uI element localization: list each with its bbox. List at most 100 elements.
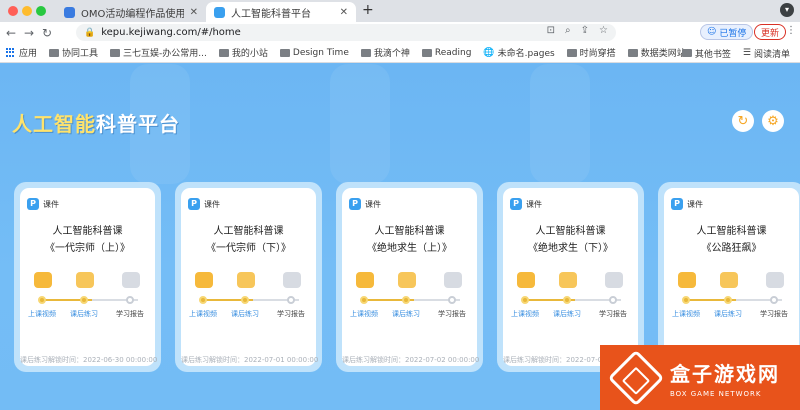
back-icon[interactable]: ← xyxy=(2,26,20,40)
step-label[interactable]: 课后练习 xyxy=(223,309,267,319)
step-dot xyxy=(682,296,690,304)
card-body: P 课件 人工智能科普课 《一代宗师（上）》 上课视频 课后练习 学习报告 课后练习… xyxy=(20,188,158,366)
course-card[interactable]: P 课件 人工智能科普课 《绝地求生（上）》 上课视频 课后练习 学习报告 课后练习… xyxy=(336,182,483,372)
share-icon[interactable]: ⇪ xyxy=(581,25,589,36)
step-label[interactable]: 学习报告 xyxy=(430,309,474,319)
course-card[interactable]: P 课件 人工智能科普课 《绝地求生（下）》 上课视频 课后练习 学习报告 课后练习… xyxy=(497,182,644,372)
bookmark-folder[interactable]: 三七互娱-办公常用... xyxy=(104,46,213,59)
reload-icon[interactable]: ↻ xyxy=(38,26,56,40)
lock-icon[interactable]: 🔒 xyxy=(84,28,95,38)
bookmark-star-icon[interactable]: ☆ xyxy=(599,25,608,36)
step-0-icon[interactable] xyxy=(195,272,213,288)
minimize-window-icon[interactable] xyxy=(22,6,32,16)
step-1-icon[interactable] xyxy=(76,272,94,288)
browser-tab-active[interactable]: 人工智能科普平台 ✕ xyxy=(206,2,356,22)
unlock-time: 课后练习解锁时间：2022-06-30 00:00:00 xyxy=(20,356,158,364)
step-dot xyxy=(770,296,778,304)
maximize-window-icon[interactable] xyxy=(36,6,46,16)
bookmark-label: 未命名.pages xyxy=(497,49,555,59)
address-bar[interactable]: 🔒 kepu.kejiwang.com/#/home ⊡ ⌕ ⇪ ☆ xyxy=(76,24,616,41)
badge-label: 课件 xyxy=(365,199,381,209)
close-tab-icon[interactable]: ✕ xyxy=(190,7,198,18)
forward-icon[interactable]: → xyxy=(20,26,38,40)
step-label[interactable]: 课后练习 xyxy=(706,309,750,319)
bookmark-folder[interactable]: Design Time xyxy=(274,48,355,58)
courseware-icon: P xyxy=(188,198,200,210)
step-label[interactable]: 上课视频 xyxy=(20,309,64,319)
bookmark-label: Design Time xyxy=(292,47,349,58)
course-card[interactable]: P 课件 人工智能科普课 《一代宗师（下）》 上课视频 课后练习 学习报告 课后练习… xyxy=(175,182,322,372)
watermark-subtitle: BOX GAME NETWORK xyxy=(670,389,762,398)
reading-list[interactable]: ☰ 阅读清单 xyxy=(737,47,796,60)
refresh-icon: ↻ xyxy=(737,113,749,129)
folder-icon xyxy=(627,48,638,57)
translate-icon[interactable]: ⊡ xyxy=(547,25,555,36)
close-tab-icon[interactable]: ✕ xyxy=(340,7,348,18)
card-subtitle: 《一代宗师（下）》 xyxy=(206,243,291,254)
step-2-icon[interactable] xyxy=(283,272,301,288)
badge-label: 课件 xyxy=(526,199,542,209)
background-decoration xyxy=(530,64,590,184)
step-2-icon[interactable] xyxy=(444,272,462,288)
bookmark-folder[interactable]: 我滴个神 xyxy=(355,46,416,59)
step-2-icon[interactable] xyxy=(605,272,623,288)
step-label[interactable]: 课后练习 xyxy=(384,309,428,319)
step-label[interactable]: 学习报告 xyxy=(591,309,635,319)
step-1-icon[interactable] xyxy=(720,272,738,288)
bookmark-label: 应用 xyxy=(19,49,38,59)
courseware-icon: P xyxy=(671,198,683,210)
update-button[interactable]: 更新 xyxy=(754,24,787,40)
tab-search-icon[interactable]: ▾ xyxy=(780,3,794,17)
refresh-button[interactable]: ↻ xyxy=(732,110,754,132)
step-0-icon[interactable] xyxy=(356,272,374,288)
step-1-icon[interactable] xyxy=(398,272,416,288)
step-0-icon[interactable] xyxy=(517,272,535,288)
course-card[interactable]: P 课件 人工智能科普课 《公路狂飙》 上课视频课后练习学习报告 课后练习解锁时… xyxy=(658,182,800,372)
step-label[interactable]: 课后练习 xyxy=(62,309,106,319)
step-dot xyxy=(521,296,529,304)
watermark-logo: 盒子游戏网 BOX GAME NETWORK xyxy=(600,345,800,410)
card-title: 人工智能科普课 xyxy=(213,226,284,237)
step-label[interactable]: 课后练习 xyxy=(545,309,589,319)
step-dot xyxy=(199,296,207,304)
courseware-badge: P 课件 xyxy=(510,198,542,210)
bookmark-folder[interactable]: Reading xyxy=(416,48,478,58)
card-subtitle: 《绝地求生（下）》 xyxy=(528,243,613,254)
bookmark-apps[interactable]: 应用 xyxy=(0,46,43,59)
step-label[interactable]: 上课视频 xyxy=(664,309,708,319)
step-1-icon[interactable] xyxy=(237,272,255,288)
settings-button[interactable]: ⚙ xyxy=(762,110,784,132)
new-tab-button[interactable]: + xyxy=(362,2,374,18)
bookmark-link[interactable]: 🌐 未命名.pages xyxy=(477,46,560,60)
browser-tab[interactable]: OMO活动编程作品使用说明 · 迈 ✕ xyxy=(56,2,206,22)
step-1-icon[interactable] xyxy=(559,272,577,288)
tab-title: OMO活动编程作品使用说明 · 迈 xyxy=(81,8,184,20)
course-card[interactable]: P 课件 人工智能科普课 《一代宗师（上）》 上课视频 课后练习 学习报告 课后练习… xyxy=(14,182,161,372)
avatar: ☺ xyxy=(707,27,717,37)
menu-kebab-icon[interactable]: ⋮ xyxy=(786,25,796,36)
title-part-highlight: 人工智能 xyxy=(12,112,96,136)
step-0-icon[interactable] xyxy=(34,272,52,288)
bookmark-folder[interactable]: 协同工具 xyxy=(43,46,104,59)
step-label[interactable]: 上课视频 xyxy=(503,309,547,319)
bookmark-folder[interactable]: 时尚穿搭 xyxy=(561,46,622,59)
url-text[interactable]: kepu.kejiwang.com/#/home xyxy=(101,27,241,38)
courseware-badge: P 课件 xyxy=(349,198,381,210)
step-label[interactable]: 上课视频 xyxy=(181,309,225,319)
step-label[interactable]: 学习报告 xyxy=(752,309,796,319)
zoom-icon[interactable]: ⌕ xyxy=(565,25,571,36)
folder-icon xyxy=(421,48,432,57)
folder-icon xyxy=(360,48,371,57)
step-2-icon[interactable] xyxy=(122,272,140,288)
step-dot xyxy=(126,296,134,304)
step-label[interactable]: 学习报告 xyxy=(269,309,313,319)
step-label[interactable]: 学习报告 xyxy=(108,309,152,319)
step-2-icon[interactable] xyxy=(766,272,784,288)
profile-paused-button[interactable]: ☺ 已暂停 xyxy=(700,24,754,40)
close-window-icon[interactable] xyxy=(8,6,18,16)
step-label[interactable]: 上课视频 xyxy=(342,309,386,319)
step-0-icon[interactable] xyxy=(678,272,696,288)
bookmark-folder[interactable]: 我的小站 xyxy=(213,46,274,59)
bookmarks-bar: 应用 协同工具 三七互娱-办公常用... 我的小站 Design Time 我滴… xyxy=(0,43,800,63)
bookmark-other[interactable]: 其他书签 xyxy=(676,47,737,60)
